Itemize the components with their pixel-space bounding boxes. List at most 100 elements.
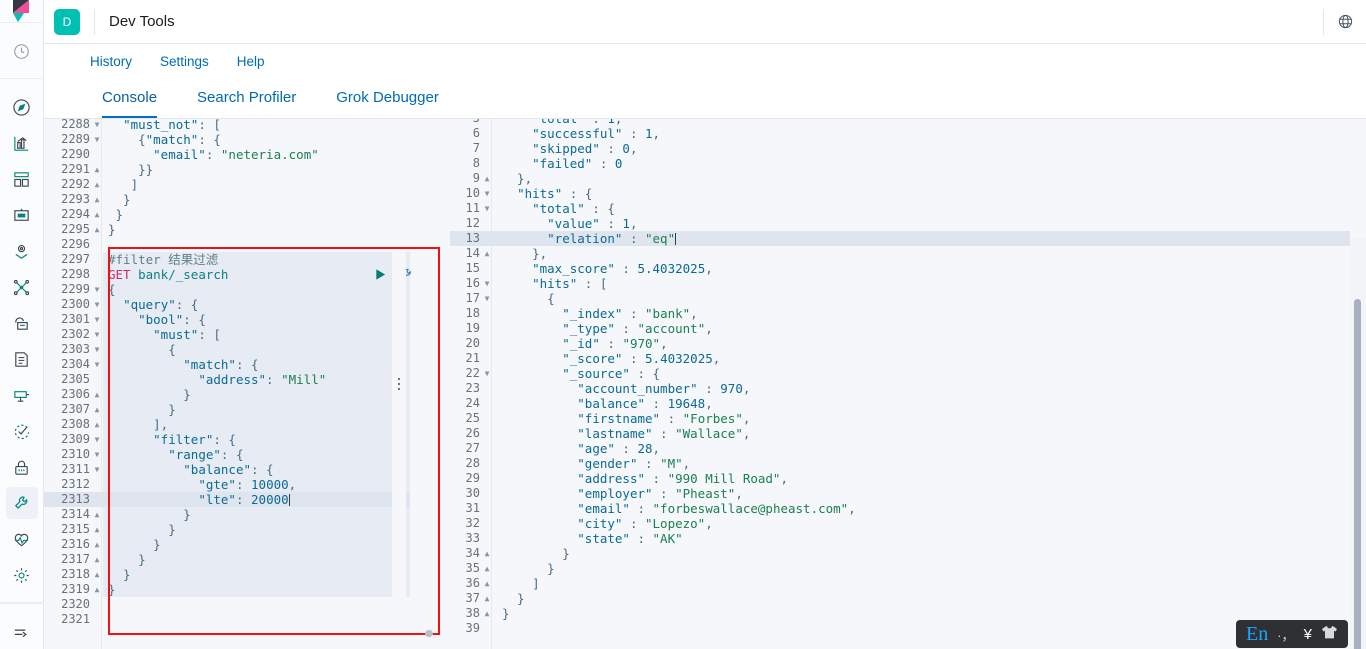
editor-line[interactable]: 37 ▲ } (450, 591, 1366, 606)
pane-splitter[interactable] (392, 119, 406, 649)
editor-line[interactable]: 7 "skipped" : 0, (450, 141, 1366, 156)
editor-line[interactable]: 2295 ▲} (44, 222, 436, 237)
globe-icon[interactable] (1324, 0, 1366, 44)
collapse-nav-icon[interactable] (6, 616, 38, 648)
fold-up-icon[interactable]: ▲ (482, 561, 492, 576)
fold-up-icon[interactable]: ▲ (482, 576, 492, 591)
discover-icon[interactable] (6, 91, 38, 123)
fold-down-icon[interactable]: ▼ (92, 342, 102, 357)
response-scrollbar-thumb[interactable] (1354, 299, 1361, 649)
editor-line[interactable]: 27 "age" : 28, (450, 441, 1366, 456)
response-scrollbar-track[interactable] (1350, 238, 1366, 649)
machine-learning-icon[interactable] (6, 271, 38, 303)
editor-line[interactable]: 2315 ▲ } (44, 522, 436, 537)
editor-line[interactable]: 2320 (44, 597, 436, 612)
editor-line[interactable]: 2307 ▲ } (44, 402, 436, 417)
editor-line[interactable]: 2289 ▼ {"match": { (44, 132, 436, 147)
response-editor-surface[interactable]: 5 "total" : 1,6 "successful" : 1,7 "skip… (450, 119, 1366, 649)
editor-line[interactable]: 33 "state" : "AK" (450, 531, 1366, 546)
fold-up-icon[interactable]: ▲ (482, 546, 492, 561)
editor-line[interactable]: 35 ▲ } (450, 561, 1366, 576)
fold-up-icon[interactable]: ▲ (92, 402, 102, 417)
editor-line[interactable]: 2318 ▲ } (44, 567, 436, 582)
editor-line[interactable]: 34 ▲ } (450, 546, 1366, 561)
editor-line[interactable]: 17 ▼ { (450, 291, 1366, 306)
recently-viewed-icon[interactable] (6, 35, 38, 67)
fold-down-icon[interactable]: ▼ (482, 186, 492, 201)
uptime-icon[interactable] (6, 415, 38, 447)
visualize-icon[interactable] (6, 127, 38, 159)
tab-console[interactable]: Console (102, 89, 158, 118)
editor-line[interactable]: 2288 ▼ "must_not": [ (44, 119, 436, 132)
siem-icon[interactable] (6, 451, 38, 483)
editor-line[interactable]: 12 "value" : 1, (450, 216, 1366, 231)
fold-down-icon[interactable]: ▼ (92, 462, 102, 477)
fold-down-icon[interactable]: ▼ (92, 282, 102, 297)
fold-down-icon[interactable]: ▼ (92, 132, 102, 147)
editor-line[interactable]: 26 "lastname" : "Wallace", (450, 426, 1366, 441)
nav-help[interactable]: Help (237, 54, 265, 69)
editor-line[interactable]: 2296 (44, 237, 436, 252)
ime-punctuation-toggle[interactable]: ·， (1277, 625, 1294, 644)
request-editor-surface[interactable]: 2288 ▼ "must_not": [2289 ▼ {"match": {2290… (44, 119, 436, 649)
infrastructure-icon[interactable] (6, 307, 38, 339)
editor-line[interactable]: 2291 ▲ }} (44, 162, 436, 177)
editor-line[interactable]: 2308 ▲ ], (44, 417, 436, 432)
editor-line[interactable]: 32 "city" : "Lopezo", (450, 516, 1366, 531)
editor-line[interactable]: 14 ▲ }, (450, 246, 1366, 261)
editor-line[interactable]: 28 "gender" : "M", (450, 456, 1366, 471)
editor-line[interactable]: 2292 ▲ ] (44, 177, 436, 192)
editor-line[interactable]: 2293 ▲ } (44, 192, 436, 207)
editor-line[interactable]: 19 "_type" : "account", (450, 321, 1366, 336)
editor-line[interactable]: 38 ▲} (450, 606, 1366, 621)
fold-up-icon[interactable]: ▲ (92, 522, 102, 537)
shirt-icon[interactable] (1321, 625, 1338, 643)
editor-line[interactable]: 2306 ▲ } (44, 387, 436, 402)
editor-line[interactable]: 2302 ▼ "must": [ (44, 327, 436, 342)
fold-down-icon[interactable]: ▼ (482, 366, 492, 381)
logs-icon[interactable] (6, 343, 38, 375)
fold-up-icon[interactable]: ▲ (482, 246, 492, 261)
editor-line[interactable]: 11 ▼ "total" : { (450, 201, 1366, 216)
fold-up-icon[interactable]: ▲ (92, 417, 102, 432)
fold-up-icon[interactable]: ▲ (92, 567, 102, 582)
editor-line[interactable]: 9 ▲ }, (450, 171, 1366, 186)
canvas-icon[interactable] (6, 199, 38, 231)
fold-up-icon[interactable]: ▲ (92, 207, 102, 222)
editor-line[interactable]: 31 "email" : "forbeswallace@pheast.com", (450, 501, 1366, 516)
fold-up-icon[interactable]: ▲ (92, 537, 102, 552)
editor-line[interactable]: 18 "_index" : "bank", (450, 306, 1366, 321)
fold-down-icon[interactable]: ▼ (92, 297, 102, 312)
fold-down-icon[interactable]: ▼ (482, 276, 492, 291)
fold-down-icon[interactable]: ▼ (92, 119, 102, 132)
editor-line[interactable]: 13 "relation" : "eq" (450, 231, 1366, 246)
editor-line[interactable]: 2297 #filter 结果过滤 (44, 252, 436, 267)
editor-line[interactable]: 2311 ▼ "balance": { (44, 462, 436, 477)
editor-line[interactable]: 2299 ▼ { (44, 282, 436, 297)
editor-line[interactable]: 30 "employer" : "Pheast", (450, 486, 1366, 501)
editor-line[interactable]: 10 ▼ "hits" : { (450, 186, 1366, 201)
request-pane[interactable]: 2288 ▼ "must_not": [2289 ▼ {"match": {2290… (44, 119, 436, 649)
editor-line[interactable]: 15 "max_score" : 5.4032025, (450, 261, 1366, 276)
editor-line[interactable]: 2319 ▲} (44, 582, 436, 597)
fold-up-icon[interactable]: ▲ (92, 582, 102, 597)
editor-line[interactable]: 2309 ▼ "filter": { (44, 432, 436, 447)
request-horizontal-scrollbar[interactable] (425, 630, 433, 637)
fold-up-icon[interactable]: ▲ (92, 387, 102, 402)
fold-up-icon[interactable]: ▲ (92, 177, 102, 192)
editor-line[interactable]: 2310 ▼ "range": { (44, 447, 436, 462)
management-icon[interactable] (6, 559, 38, 591)
editor-line[interactable]: 22 ▼ "_source" : { (450, 366, 1366, 381)
maps-icon[interactable] (6, 235, 38, 267)
play-icon[interactable] (374, 268, 387, 281)
fold-down-icon[interactable]: ▼ (92, 357, 102, 372)
apm-icon[interactable] (6, 379, 38, 411)
ime-language-label[interactable]: En (1246, 623, 1268, 646)
dashboard-icon[interactable] (6, 163, 38, 195)
editor-line[interactable]: 2321 (44, 612, 436, 627)
fold-up-icon[interactable]: ▲ (92, 162, 102, 177)
editor-line[interactable]: 16 ▼ "hits" : [ (450, 276, 1366, 291)
editor-line[interactable]: 29 "address" : "990 Mill Road", (450, 471, 1366, 486)
editor-line[interactable]: 2304 ▼ "match": { (44, 357, 436, 372)
fold-up-icon[interactable]: ▲ (482, 171, 492, 186)
